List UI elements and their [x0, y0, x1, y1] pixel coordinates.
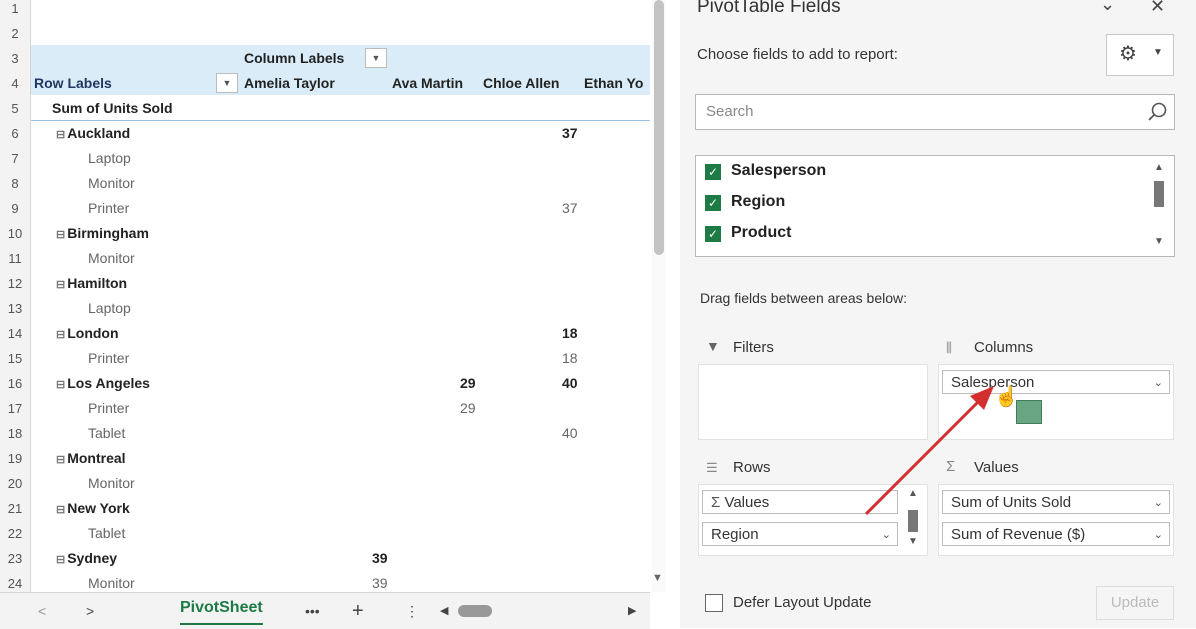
annotation-arrow: [864, 386, 994, 516]
